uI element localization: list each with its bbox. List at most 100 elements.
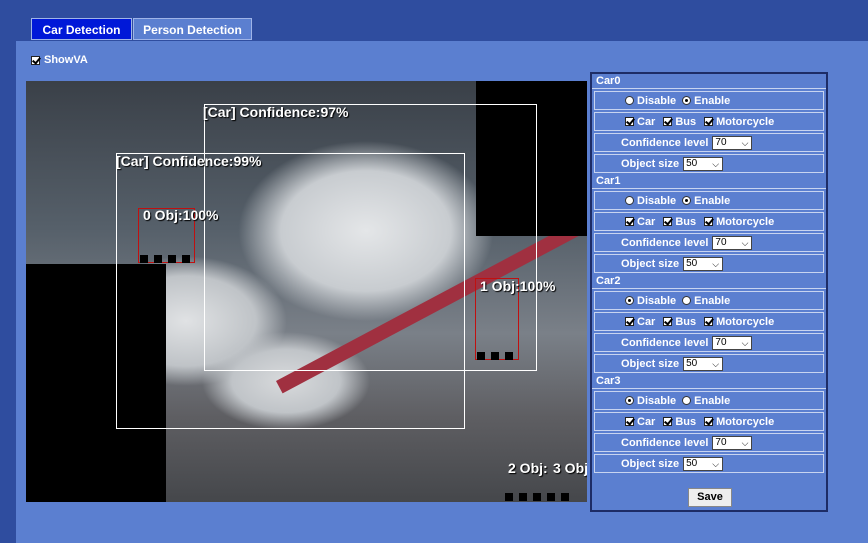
object-label: 2 Obj:: [508, 460, 548, 476]
detection-box: [116, 153, 465, 429]
object-markers: [140, 255, 190, 263]
type-row: Car Bus Motorcycle: [594, 412, 824, 431]
object-label: 0 Obj:100%: [143, 207, 219, 223]
bus-label: Bus: [675, 115, 697, 128]
type-row: Car Bus Motorcycle: [594, 212, 824, 231]
confidence-row: Confidence level 70 ⌵: [594, 433, 824, 452]
motorcycle-label: Motorcycle: [716, 315, 775, 328]
chevron-down-icon: ⌵: [712, 158, 720, 169]
showva-label: ShowVA: [44, 54, 88, 66]
disable-label: Disable: [637, 94, 677, 107]
bus-checkbox[interactable]: [663, 317, 673, 326]
confidence-row: Confidence level 70 ⌵: [594, 233, 824, 252]
enable-label: Enable: [694, 294, 731, 307]
size-row: Object size 50 ⌵: [594, 254, 824, 273]
bus-label: Bus: [675, 415, 697, 428]
detection-label: [Car] Confidence:99%: [116, 153, 262, 169]
motorcycle-checkbox[interactable]: [704, 417, 714, 426]
car-checkbox[interactable]: [625, 117, 634, 126]
mode-row: Disable Enable: [594, 391, 824, 410]
chevron-down-icon: ⌵: [741, 237, 749, 248]
chevron-down-icon: ⌵: [741, 137, 749, 148]
disable-label: Disable: [637, 394, 677, 407]
confidence-select[interactable]: 70 ⌵: [712, 135, 753, 150]
bus-checkbox[interactable]: [663, 217, 673, 226]
disable-label: Disable: [637, 194, 677, 207]
bus-checkbox[interactable]: [663, 117, 673, 126]
mode-row: Disable Enable: [594, 91, 824, 110]
car-checkbox[interactable]: [625, 217, 634, 226]
settings-panel: Car0 Disable Enable Car Bus Motorcycle C…: [590, 72, 828, 512]
enable-label: Enable: [694, 94, 731, 107]
confidence-select[interactable]: 70 ⌵: [712, 435, 753, 450]
size-label: Object size: [621, 257, 680, 270]
size-row: Object size 50 ⌵: [594, 154, 824, 173]
size-select[interactable]: 50 ⌵: [683, 256, 724, 271]
size-label: Object size: [621, 457, 680, 470]
tab-person-detection[interactable]: Person Detection: [133, 18, 252, 40]
chevron-down-icon: ⌵: [741, 437, 749, 448]
enable-radio[interactable]: [682, 296, 692, 305]
chevron-down-icon: ⌵: [712, 258, 720, 269]
motorcycle-checkbox[interactable]: [704, 217, 714, 226]
chevron-down-icon: ⌵: [712, 358, 720, 369]
disable-radio[interactable]: [625, 196, 634, 205]
tab-car-detection[interactable]: Car Detection: [31, 18, 132, 40]
confidence-select[interactable]: 70 ⌵: [712, 335, 753, 350]
bus-checkbox[interactable]: [663, 417, 673, 426]
size-row: Object size 50 ⌵: [594, 454, 824, 473]
size-select[interactable]: 50 ⌵: [683, 356, 724, 371]
enable-radio[interactable]: [682, 96, 692, 105]
enable-radio[interactable]: [682, 396, 692, 405]
mode-row: Disable Enable: [594, 291, 824, 310]
motorcycle-label: Motorcycle: [716, 415, 775, 428]
car-checkbox[interactable]: [625, 317, 634, 326]
motorcycle-label: Motorcycle: [716, 115, 775, 128]
mode-row: Disable Enable: [594, 191, 824, 210]
section-title: Car0: [592, 74, 826, 89]
disable-radio[interactable]: [625, 96, 634, 105]
motorcycle-checkbox[interactable]: [704, 317, 714, 326]
size-label: Object size: [621, 157, 680, 170]
showva-option[interactable]: ShowVA: [31, 54, 88, 66]
size-row: Object size 50 ⌵: [594, 354, 824, 373]
left-bar: [0, 41, 16, 543]
size-label: Object size: [621, 357, 680, 370]
type-row: Car Bus Motorcycle: [594, 112, 824, 131]
settings-section: Car0 Disable Enable Car Bus Motorcycle C…: [592, 74, 826, 173]
car-label: Car: [637, 315, 656, 328]
bus-label: Bus: [675, 215, 697, 228]
save-button[interactable]: Save: [688, 488, 732, 507]
size-select[interactable]: 50 ⌵: [683, 156, 724, 171]
confidence-label: Confidence level: [621, 436, 709, 449]
section-title: Car2: [592, 274, 826, 289]
chevron-down-icon: ⌵: [712, 458, 720, 469]
size-select[interactable]: 50 ⌵: [683, 456, 724, 471]
section-title: Car1: [592, 174, 826, 189]
car-label: Car: [637, 215, 656, 228]
confidence-label: Confidence level: [621, 236, 709, 249]
object-label: 1 Obj:100%: [480, 278, 556, 294]
settings-section: Car1 Disable Enable Car Bus Motorcycle C…: [592, 174, 826, 273]
car-checkbox[interactable]: [625, 417, 634, 426]
bus-label: Bus: [675, 315, 697, 328]
confidence-row: Confidence level 70 ⌵: [594, 133, 824, 152]
enable-label: Enable: [694, 194, 731, 207]
video-view: [Car] Confidence:97% [Car] Confidence:99…: [26, 81, 587, 502]
settings-section: Car2 Disable Enable Car Bus Motorcycle C…: [592, 274, 826, 373]
car-label: Car: [637, 415, 656, 428]
confidence-select[interactable]: 70 ⌵: [712, 235, 753, 250]
showva-checkbox[interactable]: [31, 55, 40, 65]
section-title: Car3: [592, 374, 826, 389]
object-markers: [477, 352, 513, 360]
motorcycle-checkbox[interactable]: [704, 117, 714, 126]
settings-section: Car3 Disable Enable Car Bus Motorcycle C…: [592, 374, 826, 473]
object-label: 3 Obj:: [553, 460, 587, 476]
disable-radio[interactable]: [625, 396, 634, 405]
detection-label: [Car] Confidence:97%: [203, 104, 349, 120]
chevron-down-icon: ⌵: [741, 337, 749, 348]
enable-radio[interactable]: [682, 196, 692, 205]
object-markers: [505, 493, 569, 501]
disable-radio[interactable]: [625, 296, 634, 305]
confidence-label: Confidence level: [621, 336, 709, 349]
